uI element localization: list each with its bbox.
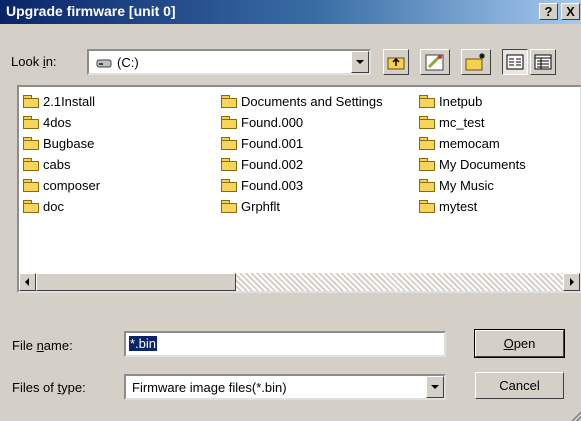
look-in-value: (C:) <box>117 55 139 70</box>
list-item[interactable]: Found.001 <box>221 134 303 152</box>
window-title: Upgrade firmware [unit 0] <box>6 3 176 19</box>
file-name-label: File name: <box>12 338 73 353</box>
list-item[interactable]: My Documents <box>419 155 526 173</box>
cancel-button[interactable]: Cancel <box>475 372 564 399</box>
list-item[interactable]: Found.000 <box>221 113 303 131</box>
folder-icon <box>419 179 435 192</box>
list-item[interactable]: mc_test <box>419 113 485 131</box>
list-item[interactable]: 4dos <box>23 113 71 131</box>
file-name-value: *.bin <box>129 336 158 351</box>
look-in-label: Look in: <box>11 54 57 69</box>
list-item[interactable]: Inetpub <box>419 92 482 110</box>
folder-icon <box>23 137 39 150</box>
folder-icon <box>221 179 237 192</box>
list-item[interactable]: My Music <box>419 176 494 194</box>
scroll-left-button[interactable] <box>19 273 36 291</box>
list-item[interactable]: Found.003 <box>221 176 303 194</box>
create-shortcut-icon <box>425 54 444 71</box>
my-documents-icon <box>419 158 435 171</box>
scroll-thumb[interactable] <box>36 273 236 291</box>
new-folder-icon <box>465 53 485 71</box>
folder-icon <box>221 116 237 129</box>
chevron-left-icon <box>25 278 29 286</box>
folder-icon <box>419 95 435 108</box>
folder-icon <box>419 137 435 150</box>
folder-icon <box>221 137 237 150</box>
list-item[interactable]: Grphflt <box>221 197 280 215</box>
list-item[interactable]: Bugbase <box>23 134 94 152</box>
files-of-type-label: Files of type: <box>12 380 86 395</box>
folder-icon <box>221 158 237 171</box>
create-shortcut-button[interactable] <box>420 49 450 75</box>
look-in-dropdown[interactable]: (C:) <box>87 49 371 75</box>
file-name-input[interactable]: *.bin <box>124 331 446 357</box>
folder-icon <box>23 158 39 171</box>
list-item[interactable]: composer <box>23 176 100 194</box>
open-button[interactable]: Open <box>474 329 565 358</box>
list-item[interactable]: 2.1Install <box>23 92 95 110</box>
folder-icon <box>23 95 39 108</box>
up-one-level-button[interactable] <box>383 49 409 75</box>
file-list[interactable]: 2.1Install 4dos Bugbase cabs composer do… <box>17 85 581 293</box>
folder-icon <box>419 200 435 213</box>
title-bar[interactable]: Upgrade firmware [unit 0] ? X <box>0 0 581 24</box>
look-in-dropdown-arrow[interactable] <box>351 51 369 73</box>
files-of-type-dropdown-arrow[interactable] <box>426 376 444 398</box>
list-item[interactable]: mytest <box>419 197 477 215</box>
drive-icon <box>96 59 112 68</box>
folder-icon <box>221 200 237 213</box>
resize-grip[interactable] <box>569 409 581 421</box>
list-item[interactable]: doc <box>23 197 64 215</box>
list-item[interactable]: cabs <box>23 155 70 173</box>
details-view-button[interactable] <box>530 49 556 75</box>
help-button[interactable]: ? <box>539 3 558 20</box>
scroll-right-button[interactable] <box>563 273 580 291</box>
list-item[interactable]: Found.002 <box>221 155 303 173</box>
up-one-level-icon <box>387 57 405 70</box>
list-item[interactable]: Documents and Settings <box>221 92 383 110</box>
folder-icon <box>221 95 237 108</box>
list-item[interactable]: memocam <box>419 134 500 152</box>
chevron-right-icon <box>570 278 574 286</box>
folder-icon <box>23 179 39 192</box>
list-view-button[interactable] <box>502 49 528 75</box>
folder-icon <box>23 200 39 213</box>
new-folder-button[interactable] <box>461 49 491 75</box>
folder-icon <box>23 116 39 129</box>
file-open-dialog: Upgrade firmware [unit 0] ? X Look in: (… <box>0 0 581 421</box>
horizontal-scrollbar[interactable] <box>19 273 580 291</box>
details-view-icon <box>534 54 552 70</box>
folder-icon <box>419 116 435 129</box>
close-button[interactable]: X <box>561 3 580 20</box>
list-view-icon <box>506 54 524 70</box>
files-of-type-dropdown[interactable]: Firmware image files(*.bin) <box>124 374 446 400</box>
files-of-type-value: Firmware image files(*.bin) <box>132 380 287 395</box>
